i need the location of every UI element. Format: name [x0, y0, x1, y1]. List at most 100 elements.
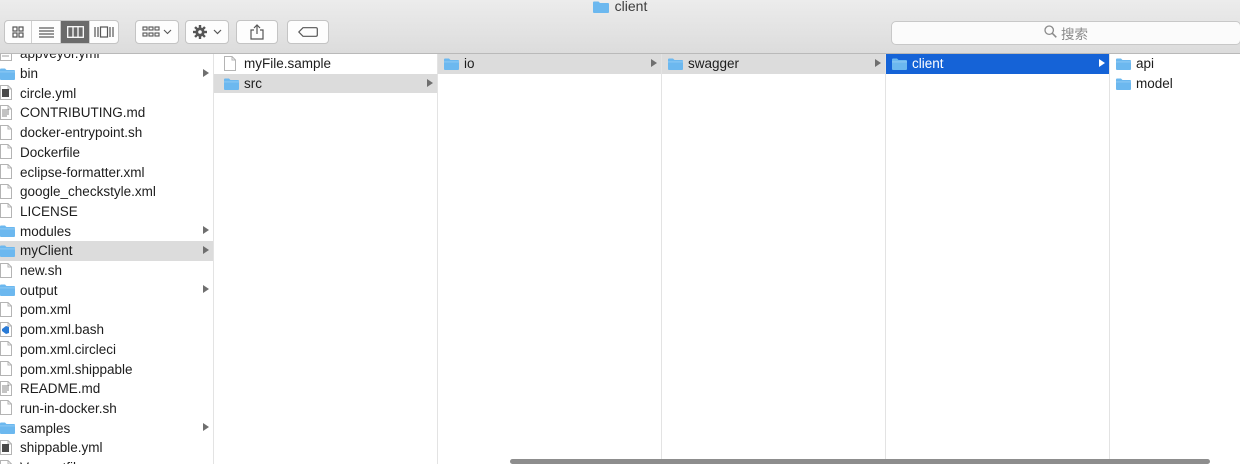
folder-icon: [1116, 58, 1131, 70]
document-icon: [0, 262, 15, 278]
document-icon: [0, 400, 15, 416]
disclosure-arrow-icon: [203, 246, 209, 254]
document-icon: [0, 380, 15, 396]
item-name: run-in-docker.sh: [20, 400, 117, 416]
folder-icon: [0, 284, 15, 297]
document-icon: [0, 341, 15, 357]
disclosure-arrow-icon: [203, 68, 209, 77]
file-row[interactable]: pom.xml.bash: [0, 320, 213, 340]
search-icon: [1044, 25, 1061, 41]
disclosure-arrow-icon: [203, 285, 209, 294]
document-icon: [0, 144, 15, 160]
tag-button[interactable]: [287, 20, 329, 44]
file-row[interactable]: eclipse-formatter.xml: [0, 162, 213, 182]
file-row[interactable]: pom.xml: [0, 300, 213, 320]
column-1: appveyor.yml bin circle.yml CONTRIBUTING.md…: [0, 54, 214, 464]
column-browser: appveyor.yml bin circle.yml CONTRIBUTING.md…: [0, 54, 1240, 464]
document-icon: [0, 321, 15, 337]
column-5: client: [886, 54, 1110, 464]
disclosure-arrow-icon: [203, 226, 209, 235]
item-name: model: [1136, 76, 1173, 92]
disclosure-arrow-icon: [203, 423, 209, 432]
file-row[interactable]: google_checkstyle.xml: [0, 182, 213, 202]
file-row[interactable]: CONTRIBUTING.md: [0, 103, 213, 123]
item-name: LICENSE: [20, 203, 78, 219]
folder-icon: [224, 78, 239, 90]
folder-icon: [444, 58, 459, 70]
item-name: myClient: [20, 243, 73, 259]
cover-flow-button[interactable]: [90, 21, 118, 43]
column-view-button[interactable]: [61, 21, 90, 43]
disclosure-arrow-icon: [427, 78, 433, 87]
search-field[interactable]: 搜索: [891, 21, 1240, 45]
item-name: samples: [20, 420, 71, 436]
document-icon: [0, 439, 15, 455]
item-name: appveyor.yml: [20, 54, 100, 61]
file-row[interactable]: shippable.yml: [0, 438, 213, 458]
item-name: src: [244, 76, 262, 92]
file-row[interactable]: LICENSE: [0, 202, 213, 222]
item-name: io: [464, 56, 475, 72]
file-row[interactable]: circle.yml: [0, 83, 213, 103]
item-name: circle.yml: [20, 85, 77, 101]
file-row[interactable]: run-in-docker.sh: [0, 399, 213, 419]
document-icon: [0, 361, 15, 377]
folder-row[interactable]: io: [438, 54, 661, 74]
item-name: output: [20, 282, 58, 298]
folder-row[interactable]: src: [214, 73, 437, 94]
file-row[interactable]: Dockerfile: [0, 143, 213, 163]
file-row[interactable]: README.md: [0, 379, 213, 399]
horizontal-scrollbar[interactable]: [510, 459, 1210, 464]
arrange-button[interactable]: [135, 20, 179, 44]
item-name: google_checkstyle.xml: [20, 184, 156, 200]
folder-row[interactable]: output: [0, 280, 213, 300]
folder-row[interactable]: samples: [0, 418, 213, 438]
item-name: myFile.sample: [244, 56, 332, 72]
folder-row[interactable]: model: [1110, 74, 1240, 94]
folder-row[interactable]: client: [886, 54, 1109, 74]
item-name: pom.xml.bash: [20, 322, 105, 338]
file-row[interactable]: pom.xml.circleci: [0, 340, 213, 360]
window-title: client: [0, 0, 1240, 16]
column-2: myFile.sample src: [214, 54, 438, 464]
item-name: client: [912, 56, 944, 72]
icon-view-button[interactable]: [5, 21, 32, 43]
item-name: pom.xml: [20, 302, 72, 318]
action-gear-button[interactable]: [185, 20, 229, 44]
toolbar: client 搜索: [0, 0, 1240, 54]
item-name: eclipse-formatter.xml: [20, 164, 145, 180]
folder-row[interactable]: bin: [0, 64, 213, 84]
column-3: io: [438, 54, 662, 464]
column-6: api model: [1110, 54, 1240, 464]
item-name: CONTRIBUTING.md: [20, 105, 146, 121]
item-name: bin: [20, 66, 39, 82]
folder-row[interactable]: myClient: [0, 241, 213, 261]
item-name: docker-entrypoint.sh: [20, 125, 143, 141]
folder-row[interactable]: swagger: [662, 54, 885, 74]
folder-icon: [892, 58, 907, 70]
document-icon: [0, 85, 15, 101]
document-icon: [0, 54, 15, 61]
item-name: pom.xml.shippable: [20, 361, 133, 377]
item-name: pom.xml.circleci: [20, 341, 117, 357]
share-button[interactable]: [236, 20, 278, 44]
disclosure-arrow-icon: [1099, 59, 1105, 67]
folder-row[interactable]: modules: [0, 221, 213, 241]
file-row[interactable]: Vagrantfile: [0, 458, 213, 464]
item-name: new.sh: [20, 263, 63, 279]
folder-icon: [0, 245, 15, 257]
file-row[interactable]: pom.xml.shippable: [0, 359, 213, 379]
document-icon: [0, 183, 15, 199]
item-name: swagger: [688, 56, 740, 72]
item-name: api: [1136, 56, 1155, 72]
column-4: swagger: [662, 54, 886, 464]
document-icon: [224, 55, 239, 71]
folder-row[interactable]: api: [1110, 54, 1240, 74]
list-view-button[interactable]: [32, 21, 61, 43]
file-row[interactable]: appveyor.yml: [0, 54, 213, 64]
disclosure-arrow-icon: [875, 59, 881, 67]
search-placeholder: 搜索: [1061, 27, 1088, 42]
file-row[interactable]: new.sh: [0, 261, 213, 281]
file-row[interactable]: docker-entrypoint.sh: [0, 123, 213, 143]
file-row[interactable]: myFile.sample: [214, 54, 437, 74]
